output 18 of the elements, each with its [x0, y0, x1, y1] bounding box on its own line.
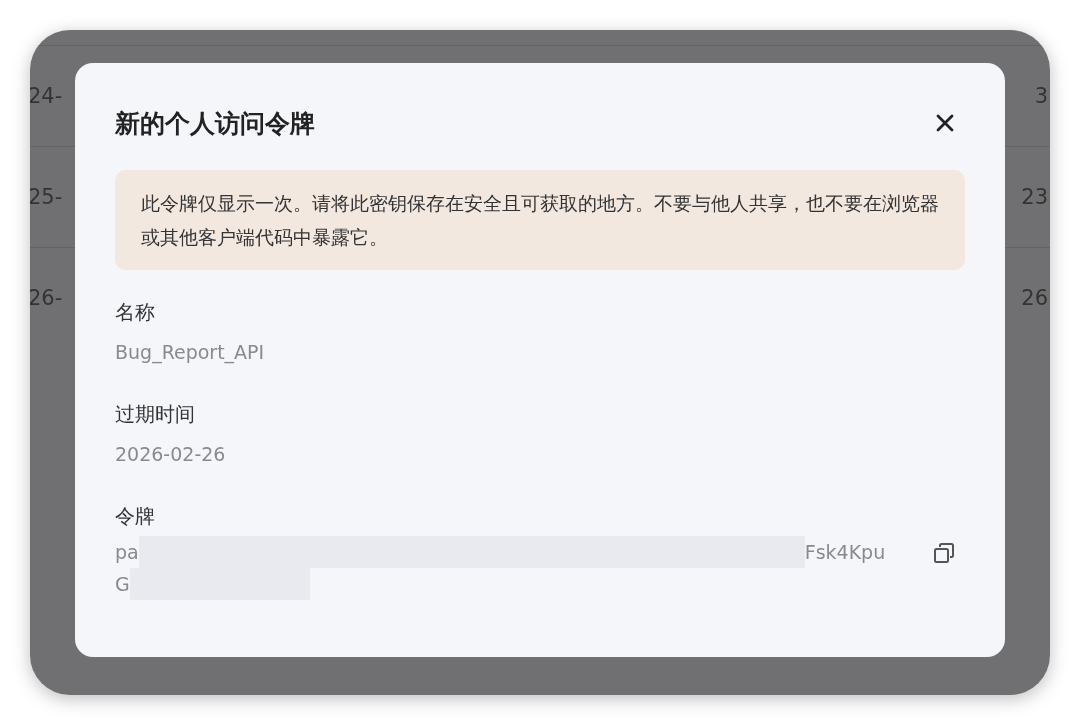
- table-cell: 26: [1021, 286, 1048, 310]
- token-text: G: [115, 572, 130, 597]
- table-cell: 25-: [30, 185, 63, 209]
- field-value: Bug_Report_API: [115, 340, 266, 366]
- token-text: pa: [115, 540, 139, 565]
- field-label: 令牌: [115, 503, 156, 530]
- token-text: Fsk4Kpu: [804, 540, 886, 565]
- close-icon[interactable]: [935, 113, 955, 133]
- dialog-title: 新的个人访问令牌: [115, 107, 315, 140]
- table-cell: 23: [1021, 185, 1048, 209]
- copy-icon[interactable]: [933, 542, 955, 564]
- field-label: 名称: [115, 299, 156, 326]
- table-cell: 24-: [30, 84, 63, 108]
- field-value: 2026-02-26: [115, 442, 227, 467]
- field-label: 过期时间: [115, 401, 196, 428]
- table-cell: 3: [1034, 84, 1048, 108]
- warning-notice: 此令牌仅显示一次。请将此密钥保存在安全且可获取的地方。不要与他人共享，也不要在浏览器或其他客户端代码中暴露它。: [115, 170, 965, 270]
- table-cell: 26-: [30, 286, 63, 310]
